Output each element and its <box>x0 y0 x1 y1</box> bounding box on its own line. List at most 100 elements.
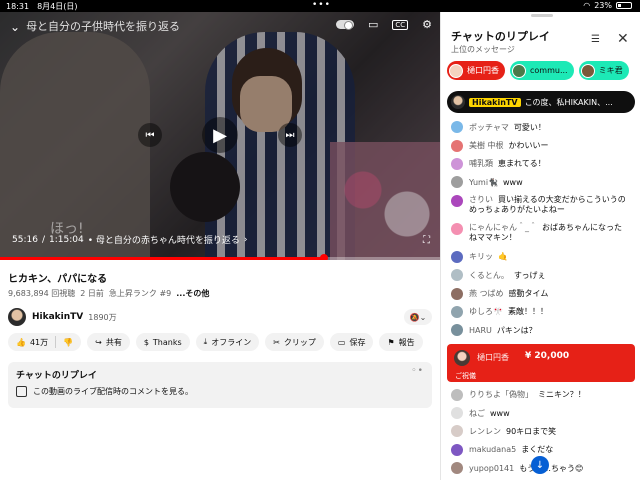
pinned-text: この度、私HIKAKIN、... <box>524 97 613 107</box>
avatar <box>451 222 463 235</box>
thanks-button[interactable]: $ Thanks <box>135 333 190 351</box>
chat-message[interactable]: ねご www <box>441 404 640 422</box>
progress-fill <box>0 257 324 260</box>
chat-message-list[interactable]: ポッチャマ 可愛い！ 美樹 中根 かわいいー 哺乳類 恵まれてる！ Yumi🐈‍⬛ www さり… <box>441 118 640 480</box>
chat-filter-label[interactable]: 上位のメッセージ <box>451 44 515 55</box>
close-icon[interactable]: ✕ <box>617 31 629 47</box>
avatar <box>451 176 463 189</box>
cast-icon[interactable]: ▭ <box>368 18 378 31</box>
message-text: 可愛い！ <box>513 122 546 132</box>
download-icon: ⤓ <box>203 337 208 346</box>
bookmark-icon: ▭ <box>337 337 346 347</box>
avatar <box>512 63 526 78</box>
avatar <box>451 407 463 420</box>
previous-icon[interactable]: ⏮ <box>138 123 162 147</box>
channel-name[interactable]: HikakinTV <box>32 312 83 322</box>
chapter-title[interactable]: • 母と自分の赤ちゃん時代を振り返る <box>88 233 240 246</box>
report-button[interactable]: ⚑ 報告 <box>379 333 423 351</box>
ticker-item[interactable]: commu... <box>510 61 574 80</box>
flag-icon: ⚑ <box>387 337 395 347</box>
message-author: Yumi🐈‍⬛ <box>469 177 499 187</box>
message-text: 素敵！！！ <box>507 307 548 317</box>
thanks-icon: $ <box>143 337 149 347</box>
chat-message[interactable]: 哺乳類 恵まれてる！ <box>441 155 640 173</box>
share-button[interactable]: ↪ 共有 <box>87 333 130 351</box>
message-text: 恵まれてる！ <box>498 159 546 169</box>
chat-message[interactable]: 燕 つばめ 感動タイム <box>441 284 640 302</box>
avatar <box>451 157 463 170</box>
thumbs-down-icon[interactable]: 👎 <box>63 338 73 347</box>
chat-message[interactable]: キリッ 🤙 <box>441 248 640 266</box>
video-meta[interactable]: 9,683,894 回視聴 2 日前 急上昇ランク #9 ...その他 <box>8 288 209 299</box>
like-count: 41万 <box>29 337 49 347</box>
message-text: 90キロまで笑 <box>506 426 557 436</box>
message-author: レンレン <box>469 426 501 436</box>
chat-message[interactable]: 美樹 中根 かわいいー <box>441 136 640 154</box>
status-right: ◠ 23% <box>583 1 632 10</box>
thumbs-up-icon: 👍 <box>16 337 26 347</box>
ticker-item[interactable]: ミキ君 <box>578 61 629 80</box>
superchat-author: 樋口円香 <box>477 352 509 362</box>
gear-icon[interactable]: ⚙ <box>422 18 432 31</box>
more-link[interactable]: ...その他 <box>176 288 209 299</box>
avatar <box>451 443 463 456</box>
arrow-down-icon[interactable]: ↓ <box>531 456 549 474</box>
chat-message[interactable]: にゃんにゃん＾_＾ おばあちゃんになったねママキン！ <box>441 220 640 248</box>
multitask-dots-icon[interactable]: ••• <box>312 0 331 10</box>
avatar <box>451 95 465 109</box>
next-icon[interactable]: ⏭ <box>278 123 302 147</box>
avatar <box>451 324 463 337</box>
avatar <box>451 250 463 263</box>
progress-bar[interactable] <box>0 254 440 260</box>
channel-avatar[interactable] <box>8 308 26 326</box>
message-author: ポッチャマ <box>469 122 509 132</box>
autoplay-toggle[interactable] <box>335 20 354 30</box>
chat-message[interactable]: HARU パキンは？ <box>441 321 640 339</box>
chat-message[interactable]: Yumi🐈‍⬛ www <box>441 173 640 191</box>
chat-message[interactable]: ポッチャマ 可愛い！ <box>441 118 640 136</box>
clip-button[interactable]: ✂ クリップ <box>265 333 324 351</box>
time-display: 55:16 / 1:15:04 • 母と自分の赤ちゃん時代を振り返る › <box>12 233 248 247</box>
superchat-message[interactable]: 樋口円香 ¥ 20,000 ご祝儀 <box>447 343 635 382</box>
save-button[interactable]: ▭ 保存 <box>329 333 374 351</box>
pinned-message[interactable]: HikakinTV この度、私HIKAKIN、... <box>447 91 635 113</box>
message-text: パキンは？ <box>496 325 537 335</box>
progress-scrubber[interactable] <box>319 254 328 260</box>
message-text: 感動タイム <box>508 289 549 299</box>
wifi-icon: ◠ <box>583 1 591 10</box>
chat-message[interactable]: レンレン 90キロまで笑 <box>441 422 640 440</box>
channel-row: HikakinTV 1890万 🔕 ⌄ <box>8 306 432 328</box>
notification-bell-button[interactable]: 🔕 ⌄ <box>404 309 432 325</box>
like-dislike-button[interactable]: 👍 41万 👎 <box>8 333 82 351</box>
chat-message[interactable]: ゆしろ🎌 素敵！！！ <box>441 303 640 321</box>
avatar <box>580 63 595 78</box>
sliders-icon[interactable]: ☰ <box>591 34 600 45</box>
captions-icon[interactable]: CC <box>392 19 409 30</box>
message-author: makudana5 <box>469 445 517 455</box>
chapter-chevron-icon[interactable]: › <box>244 235 248 245</box>
avatar <box>451 305 463 318</box>
avatar <box>451 139 463 152</box>
message-text: すっげぇ <box>513 270 546 280</box>
download-button[interactable]: ⤓ オフライン <box>195 333 260 351</box>
chat-message[interactable]: りりちよ「偽物」 ミニキン？！ <box>441 386 640 404</box>
message-author: yupop0141 <box>469 463 515 473</box>
top-controls: ▭ CC ⚙ <box>335 18 432 31</box>
chat-title: チャットのリプレイ <box>451 30 550 43</box>
message-text: もうお…ちゃう😊 <box>519 463 584 473</box>
superchat-tickers: 樋口円香 commu... ミキ君 <box>447 61 640 80</box>
video-player[interactable]: ほっ! ⌄ 母と自分の子供時代を振り返る ▭ CC ⚙ ⏮ ▶ ⏭ 55:16 … <box>0 12 440 260</box>
avatar <box>451 388 463 401</box>
chat-message[interactable]: くるとん。 すっげぇ <box>441 266 640 284</box>
message-text: www <box>490 408 510 418</box>
collapse-chevron-icon[interactable]: ⌄ <box>10 20 20 34</box>
message-text: ミニキン？！ <box>538 390 586 400</box>
chat-replay-card[interactable]: チャットのリプレイ ◦• この動画のライブ配信時のコメントを見る。 <box>8 362 432 408</box>
fullscreen-icon[interactable]: ⛶ <box>423 235 430 246</box>
play-icon[interactable]: ▶ <box>202 117 238 153</box>
avatar <box>451 194 463 207</box>
ticker-item[interactable]: 樋口円香 <box>447 61 505 80</box>
chat-message[interactable]: さりい 買い揃えるの大変だからこういうのめっちょありがたいよねー <box>441 192 640 220</box>
avatar <box>454 349 470 366</box>
message-text: 🤙 <box>498 252 508 262</box>
